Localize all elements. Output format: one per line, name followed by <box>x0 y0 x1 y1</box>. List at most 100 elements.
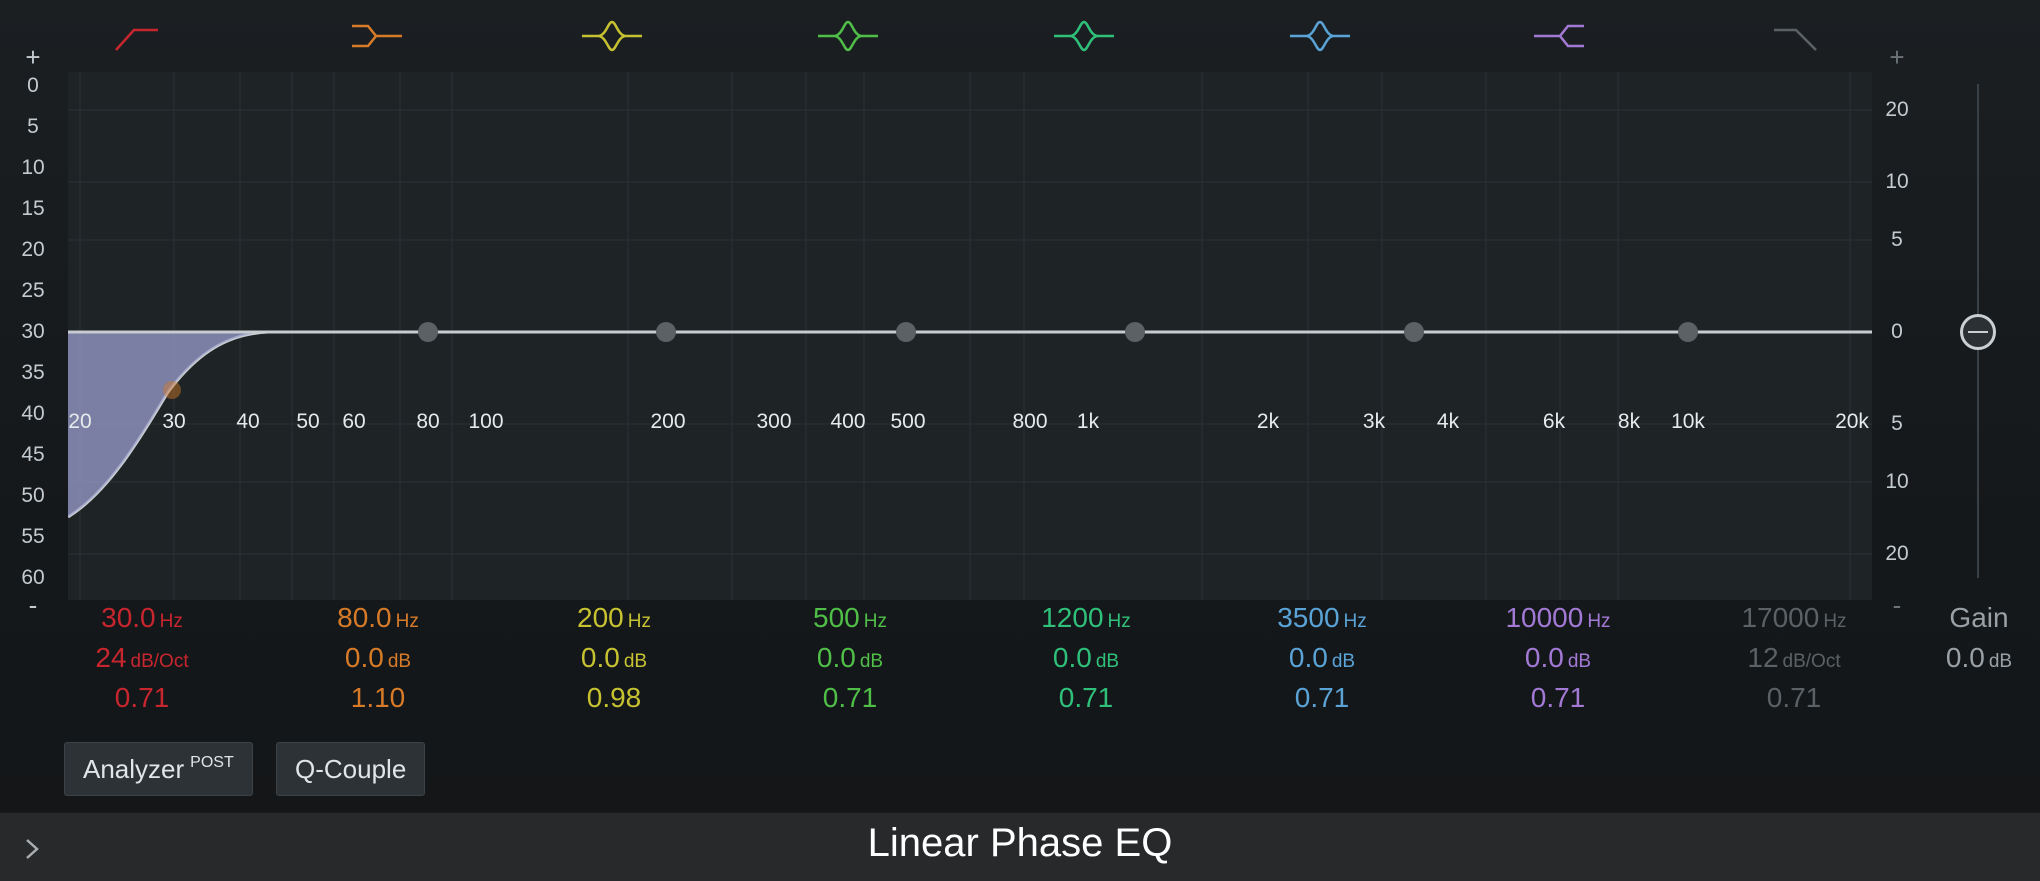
band-7-gain-unit: dB <box>1567 651 1592 672</box>
band-6-freq[interactable]: 3500 <box>1277 602 1339 633</box>
bell-icon-band-5[interactable] <box>1048 14 1120 60</box>
scale-label: 30 <box>21 320 45 343</box>
gain-scale-label: 0 <box>1891 320 1903 343</box>
scale-label: 0 <box>27 74 39 97</box>
band-2-freq-unit: Hz <box>395 611 419 632</box>
gain-scale-plus[interactable]: + <box>1872 42 1922 73</box>
scale-label: 60 <box>21 566 45 589</box>
scale-label: 40 <box>21 402 45 425</box>
band-1-freq-unit: Hz <box>159 611 183 632</box>
freq-label: 3k <box>1362 410 1386 433</box>
band-2-gain-unit: dB <box>387 651 412 672</box>
band-4-freq-unit: Hz <box>863 611 887 632</box>
band-4-params: 500 Hz 0.0 dB 0.71 <box>750 604 950 724</box>
q-couple-button[interactable]: Q-Couple <box>276 742 426 796</box>
band-4-q[interactable]: 0.71 <box>823 682 878 713</box>
gain-scale-label: 20 <box>1885 542 1909 565</box>
freq-label: 30 <box>162 410 186 433</box>
scale-label: 10 <box>21 156 45 179</box>
gain-scale-label: 10 <box>1885 470 1909 493</box>
band-1-slope[interactable]: 24 <box>95 642 126 673</box>
freq-label: 200 <box>650 410 686 433</box>
bell-icon-band-3[interactable] <box>576 14 648 60</box>
freq-label: 60 <box>342 410 366 433</box>
freq-label: 800 <box>1012 410 1048 433</box>
freq-label: 20k <box>1835 410 1869 433</box>
band-6-gain[interactable]: 0.0 <box>1289 642 1328 673</box>
scale-label: 50 <box>21 484 45 507</box>
band-5-freq[interactable]: 1200 <box>1041 602 1103 633</box>
analyzer-label: Analyzer <box>83 753 185 784</box>
band-3-params: 200 Hz 0.0 dB 0.98 <box>514 604 714 724</box>
band-6-q[interactable]: 0.71 <box>1295 682 1350 713</box>
gain-slider-handle[interactable] <box>1960 314 1996 350</box>
band-8-params: 17000 Hz 12 dB/Oct 0.71 <box>1694 604 1894 724</box>
band-6-params: 3500 Hz 0.0 dB 0.71 <box>1222 604 1422 724</box>
analyzer-db-scale: + 0 5 10 15 20 25 30 35 40 45 50 55 60 - <box>0 0 68 620</box>
master-gain-params: Gain 0.0 dB <box>1904 604 2040 684</box>
freq-label: 40 <box>236 410 260 433</box>
band-5-q[interactable]: 0.71 <box>1059 682 1114 713</box>
low-cut-icon[interactable] <box>102 14 174 60</box>
band-4-gain[interactable]: 0.0 <box>817 642 856 673</box>
band-2-gain[interactable]: 0.0 <box>345 642 384 673</box>
scale-label: 5 <box>27 115 39 138</box>
bell-icon-band-4[interactable] <box>812 14 884 60</box>
freq-label: 4k <box>1436 410 1460 433</box>
scale-plus[interactable]: + <box>4 42 62 73</box>
band-2-q[interactable]: 1.10 <box>351 682 406 713</box>
gain-value[interactable]: 0.0 <box>1946 642 1985 673</box>
scale-label: 35 <box>21 361 45 384</box>
band-7-freq[interactable]: 10000 <box>1505 602 1583 633</box>
freq-label: 2k <box>1256 410 1280 433</box>
band-1-params: 30.0 Hz 24 dB/Oct 0.71 <box>42 604 242 724</box>
gain-scale: + 20 10 5 0 5 10 20 - <box>1872 0 2040 620</box>
band-1-slope-unit: dB/Oct <box>130 651 189 672</box>
freq-label: 100 <box>468 410 504 433</box>
band-3-gain-unit: dB <box>623 651 648 672</box>
freq-label: 80 <box>416 410 440 433</box>
band-1-q[interactable]: 0.71 <box>115 682 170 713</box>
gain-scale-label: 10 <box>1885 170 1909 193</box>
band-8-slope-unit: dB/Oct <box>1782 651 1841 672</box>
band-5-gain[interactable]: 0.0 <box>1053 642 1092 673</box>
band-2-params: 80.0 Hz 0.0 dB 1.10 <box>278 604 478 724</box>
band-8-freq-unit: Hz <box>1823 611 1847 632</box>
bell-icon-band-6[interactable] <box>1284 14 1356 60</box>
eq-plugin-window: + 0 5 10 15 20 25 30 35 40 45 50 55 60 - <box>0 0 2040 881</box>
analyzer-button[interactable]: Analyzer POST <box>64 742 253 796</box>
scale-label: 55 <box>21 525 45 548</box>
band-5-params: 1200 Hz 0.0 dB 0.71 <box>986 604 1186 724</box>
freq-label: 8k <box>1617 410 1641 433</box>
plugin-title: Linear Phase EQ <box>867 821 1173 865</box>
scale-label: 20 <box>21 238 45 261</box>
band-2-freq[interactable]: 80.0 <box>337 602 392 633</box>
band-8-q[interactable]: 0.71 <box>1767 682 1822 713</box>
eq-graph[interactable]: 20 30 40 50 60 80 100 200 300 400 500 80… <box>68 72 1872 600</box>
band-1-freq[interactable]: 30.0 <box>101 602 156 633</box>
freq-label: 10k <box>1671 410 1705 433</box>
q-couple-label: Q-Couple <box>295 753 407 784</box>
freq-label: 50 <box>296 410 320 433</box>
high-shelf-icon[interactable] <box>1522 14 1594 60</box>
band-8-freq[interactable]: 17000 <box>1741 602 1819 633</box>
band-5-freq-unit: Hz <box>1107 611 1131 632</box>
band-3-freq[interactable]: 200 <box>577 602 624 633</box>
gain-label: Gain <box>1949 602 2009 633</box>
band-7-params: 10000 Hz 0.0 dB 0.71 <box>1458 604 1658 724</box>
band-3-gain[interactable]: 0.0 <box>581 642 620 673</box>
high-cut-icon[interactable] <box>1758 14 1830 60</box>
plugin-footer: Linear Phase EQ <box>0 812 2040 881</box>
band-4-gain-unit: dB <box>859 651 884 672</box>
analyzer-mode: POST <box>190 754 234 771</box>
low-shelf-icon[interactable] <box>342 14 414 60</box>
band-8-slope[interactable]: 12 <box>1747 642 1778 673</box>
band-3-freq-unit: Hz <box>627 611 651 632</box>
band-5-gain-unit: dB <box>1095 651 1120 672</box>
band-7-q[interactable]: 0.71 <box>1531 682 1586 713</box>
band-7-gain[interactable]: 0.0 <box>1525 642 1564 673</box>
band-type-icons <box>0 0 2040 70</box>
band-3-q[interactable]: 0.98 <box>587 682 642 713</box>
band-4-freq[interactable]: 500 <box>813 602 860 633</box>
freq-label: 500 <box>890 410 926 433</box>
